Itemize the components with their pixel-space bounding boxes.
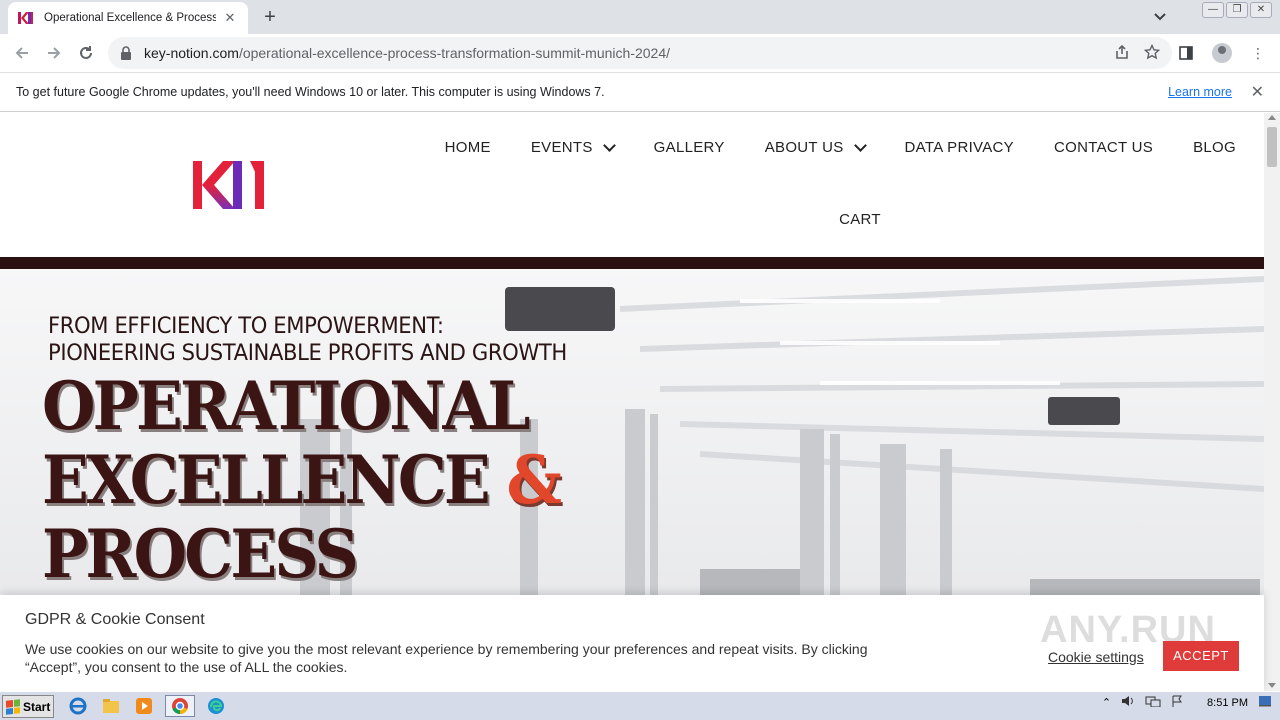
scroll-down-arrow-icon[interactable] — [1268, 683, 1276, 688]
back-arrow-icon[interactable] — [6, 37, 38, 69]
side-panel-icon[interactable] — [1172, 37, 1200, 69]
start-button[interactable]: Start — [2, 695, 54, 718]
scroll-up-arrow-icon[interactable] — [1268, 115, 1276, 120]
browser-toolbar: key-notion.com/operational-excellence-pr… — [0, 34, 1280, 72]
tab-title: Operational Excellence & Process Tra — [44, 12, 216, 24]
url-text: key-notion.com/operational-excellence-pr… — [144, 45, 670, 61]
system-tray: ⌃ 8:51 PM — [1102, 695, 1272, 710]
nav-blog[interactable]: BLOG — [1173, 131, 1260, 164]
nav-contact-us-label: CONTACT US — [1053, 139, 1154, 156]
hero-title-line-3: PROCESS — [42, 515, 359, 593]
screen: Operational Excellence & Process Tra ✕ +… — [0, 0, 1280, 720]
nav-row-1: HOME EVENTS GALLERY ABOUT US DATA PRIVAC… — [445, 131, 1260, 164]
hero-title-line-2-text: EXCELLENCE — [42, 441, 491, 519]
minimize-icon[interactable]: — — [1202, 2, 1224, 18]
toolbar-right: ⋮ — [1172, 37, 1272, 69]
chrome-taskbar-icon[interactable] — [165, 695, 195, 717]
nav-events-label: EVENTS — [530, 139, 593, 156]
browser-tab[interactable]: Operational Excellence & Process Tra ✕ — [8, 2, 248, 34]
chevron-down-icon — [602, 138, 616, 152]
window-controls: — ❐ ✕ — [1202, 2, 1272, 18]
network-icon[interactable] — [1145, 695, 1161, 710]
close-window-icon[interactable]: ✕ — [1250, 2, 1272, 18]
accept-cookies-button[interactable]: ACCEPT — [1163, 641, 1239, 671]
page-scrollbar[interactable] — [1264, 113, 1280, 691]
share-icon[interactable] — [1114, 44, 1130, 63]
action-center-flag-icon[interactable] — [1171, 695, 1183, 710]
tab-search-chevron-icon[interactable] — [1150, 8, 1170, 26]
volume-icon[interactable] — [1121, 695, 1135, 710]
restore-icon[interactable]: ❐ — [1226, 2, 1248, 18]
taskbar-pinned — [66, 695, 228, 717]
close-tab-icon[interactable]: ✕ — [222, 10, 238, 26]
site-favicon-icon — [18, 11, 36, 25]
cookie-title: GDPR & Cookie Consent — [25, 611, 205, 628]
new-tab-button[interactable]: + — [258, 6, 282, 28]
nav-about-us[interactable]: ABOUT US — [745, 131, 885, 164]
nav-home[interactable]: HOME — [425, 131, 511, 164]
close-infobar-icon[interactable]: ✕ — [1251, 82, 1264, 102]
nav-cart-label: CART — [839, 211, 881, 228]
file-explorer-icon[interactable] — [99, 695, 123, 717]
start-label: Start — [23, 699, 51, 714]
address-bar[interactable]: key-notion.com/operational-excellence-pr… — [108, 37, 1172, 69]
hero-title-line-1: OPERATIONAL — [42, 367, 531, 445]
show-desktop-icon[interactable] — [1258, 695, 1272, 710]
learn-more-link[interactable]: Learn more — [1168, 85, 1232, 99]
internet-explorer-icon[interactable] — [66, 695, 90, 717]
kn-logo[interactable] — [193, 161, 265, 209]
reload-icon[interactable] — [70, 37, 102, 69]
url-path: /operational-excellence-process-transfor… — [238, 45, 671, 61]
hero-title: OPERATIONAL EXCELLENCE & PROCESS — [42, 367, 562, 593]
nav-about-us-label: ABOUT US — [764, 139, 844, 156]
nav-gallery-label: GALLERY — [653, 139, 725, 156]
media-player-icon[interactable] — [132, 695, 156, 717]
chevron-down-icon — [853, 138, 867, 152]
windows-taskbar: Start ⌃ 8:51 PM — [0, 691, 1280, 720]
nav-cart[interactable]: CART — [819, 203, 901, 236]
main-navigation: HOME EVENTS GALLERY ABOUT US DATA PRIVAC… — [445, 131, 1260, 228]
hero-title-ampersand: & — [506, 441, 562, 519]
omnibox-actions — [1114, 43, 1161, 63]
nav-home-label: HOME — [444, 139, 491, 156]
cookie-consent-banner: ANY.RUN GDPR & Cookie Consent We use coo… — [0, 595, 1264, 691]
hero-subtitle-line-2: PIONEERING SUSTAINABLE PROFITS AND GROWT… — [48, 341, 567, 366]
hero-subtitle: FROM EFFICIENCY TO EMPOWERMENT: PIONEERI… — [48, 313, 567, 367]
nav-events[interactable]: EVENTS — [511, 131, 634, 164]
edge-icon[interactable] — [204, 695, 228, 717]
hero-subtitle-line-1: FROM EFFICIENCY TO EMPOWERMENT: — [48, 314, 444, 339]
url-domain: key-notion.com — [144, 45, 239, 61]
profile-avatar-icon[interactable] — [1208, 37, 1236, 69]
nav-row-2: CART — [460, 203, 1260, 236]
scrollbar-thumb[interactable] — [1267, 127, 1277, 167]
forward-arrow-icon[interactable] — [38, 37, 70, 69]
cookie-body: We use cookies on our website to give yo… — [25, 641, 868, 675]
nav-blog-label: BLOG — [1193, 139, 1236, 156]
bookmark-star-icon[interactable] — [1143, 43, 1161, 63]
hero-title-line-2: EXCELLENCE & — [42, 441, 562, 519]
nav-contact-us[interactable]: CONTACT US — [1034, 131, 1173, 164]
menu-kebab-icon[interactable]: ⋮ — [1244, 37, 1272, 69]
cookie-settings-link[interactable]: Cookie settings — [1048, 649, 1144, 665]
tray-expand-icon[interactable]: ⌃ — [1102, 696, 1111, 709]
browser-tab-strip: Operational Excellence & Process Tra ✕ +… — [0, 0, 1280, 34]
infobar-message: To get future Google Chrome updates, you… — [16, 85, 605, 99]
site-header: HOME EVENTS GALLERY ABOUT US DATA PRIVAC… — [0, 113, 1264, 257]
taskbar-clock[interactable]: 8:51 PM — [1207, 697, 1248, 709]
nav-data-privacy-label: DATA PRIVACY — [904, 139, 1014, 156]
nav-data-privacy[interactable]: DATA PRIVACY — [885, 131, 1034, 164]
windows-logo-icon — [6, 698, 20, 715]
nav-gallery[interactable]: GALLERY — [634, 131, 745, 164]
chrome-update-infobar: To get future Google Chrome updates, you… — [0, 72, 1280, 112]
lock-icon[interactable] — [120, 46, 134, 60]
